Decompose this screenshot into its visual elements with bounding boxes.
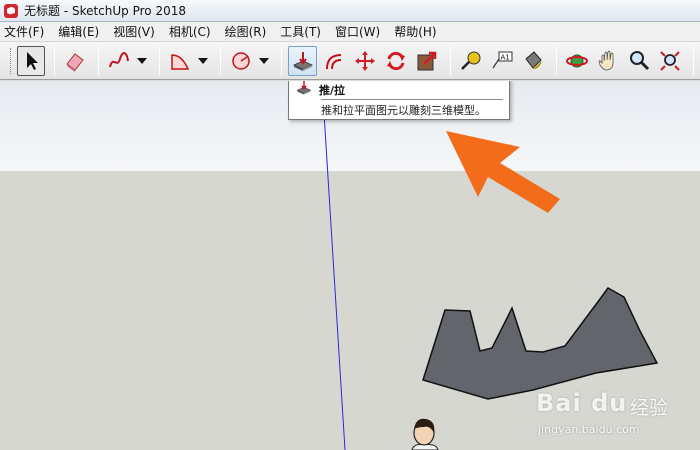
eraser-tool-button[interactable] xyxy=(61,46,89,76)
menu-draw[interactable]: 绘图(R) xyxy=(225,23,267,40)
chevron-down-icon xyxy=(136,57,147,64)
scale-figure[interactable] xyxy=(411,418,439,450)
menu-window[interactable]: 窗口(W) xyxy=(335,23,380,40)
toolbar-separator xyxy=(159,46,161,75)
menu-view[interactable]: 视图(V) xyxy=(113,23,155,40)
main-toolbar: A1 xyxy=(0,42,700,80)
toolbar-separator xyxy=(555,46,557,75)
tape-measure-tool-button[interactable] xyxy=(457,46,485,76)
scale-icon xyxy=(417,51,436,70)
orbit-tool-button[interactable] xyxy=(563,46,591,76)
shapes-tool-button[interactable] xyxy=(227,46,255,76)
orange-pointer-arrow xyxy=(446,131,560,213)
menu-tools[interactable]: 工具(T) xyxy=(280,23,321,40)
arc-tool-button[interactable] xyxy=(166,46,194,76)
sketchup-logo-icon xyxy=(4,3,18,18)
tooltip-title: 推/拉 xyxy=(319,84,346,97)
menu-help[interactable]: 帮助(H) xyxy=(394,23,436,40)
tooltip-description: 推和拉平面图元以雕刻三维模型。 xyxy=(321,104,486,117)
dimension-text-tool-button[interactable]: A1 xyxy=(488,46,516,76)
menu-camera[interactable]: 相机(C) xyxy=(169,23,211,40)
push-pull-tool-button[interactable] xyxy=(288,45,317,76)
shapes-dropdown[interactable] xyxy=(258,46,269,76)
pan-tool-button[interactable] xyxy=(594,46,622,76)
watermark-brand: Bai du xyxy=(536,389,628,417)
blue-axis-line xyxy=(321,81,346,450)
baidu-jingyan-watermark: Bai du 经验 jingyan.baidu.com xyxy=(536,383,696,445)
magnifier-icon xyxy=(629,50,649,70)
watermark-brand-cn: 经验 xyxy=(630,397,669,419)
push-pull-icon xyxy=(292,51,313,71)
move-tool-button[interactable] xyxy=(351,46,379,76)
paint-bucket-icon xyxy=(525,50,542,69)
move-arrows-icon xyxy=(354,50,375,71)
tape-measure-icon xyxy=(460,51,481,70)
watermark-url: jingyan.baidu.com xyxy=(538,423,640,436)
toolbar-separator xyxy=(53,46,55,75)
rotate-icon xyxy=(386,51,405,70)
push-pull-icon xyxy=(295,81,313,100)
freehand-curve-icon xyxy=(108,51,129,67)
rotate-tool-button[interactable] xyxy=(382,46,410,76)
push-pull-tooltip: 推/拉 推和拉平面图元以雕刻三维模型。 xyxy=(288,81,510,120)
menu-edit[interactable]: 编辑(E) xyxy=(58,23,99,40)
zoom-extents-tool-button[interactable] xyxy=(656,46,684,76)
svg-text:A1: A1 xyxy=(500,53,509,61)
arc-dropdown[interactable] xyxy=(197,46,208,76)
tooltip-header: 推/拉 xyxy=(295,81,503,100)
offset-tool-button[interactable] xyxy=(320,46,348,76)
menu-bar: 文件(F) 编辑(E) 视图(V) 相机(C) 绘图(R) 工具(T) 窗口(W… xyxy=(0,22,700,42)
menu-file[interactable]: 文件(F) xyxy=(4,23,44,40)
toolbar-separator xyxy=(97,46,99,75)
paint-bucket-tool-button[interactable] xyxy=(519,46,547,76)
chevron-down-icon xyxy=(197,57,208,64)
text-label-icon: A1 xyxy=(492,51,513,68)
toolbar-separator xyxy=(449,46,451,75)
tooltip-divider xyxy=(321,99,503,100)
toolbar-grip[interactable] xyxy=(10,47,13,74)
offset-icon xyxy=(325,53,341,69)
arc-icon xyxy=(171,53,190,70)
window-title: 无标题 - SketchUp Pro 2018 xyxy=(24,4,186,18)
hand-icon xyxy=(598,50,614,70)
toolbar-separator xyxy=(281,46,283,75)
freehand-dropdown[interactable] xyxy=(136,46,147,76)
toolbar-separator xyxy=(220,46,222,75)
title-bar: 无标题 - SketchUp Pro 2018 xyxy=(0,0,700,22)
zoom-extents-icon xyxy=(660,50,680,71)
circle-shape-icon xyxy=(232,51,251,70)
eraser-icon xyxy=(66,52,84,72)
scale-tool-button[interactable] xyxy=(413,46,441,76)
toolbar-separator xyxy=(692,46,694,75)
chevron-down-icon xyxy=(258,57,269,64)
arrow-cursor-icon xyxy=(26,51,38,70)
freehand-tool-button[interactable] xyxy=(105,46,133,76)
orbit-icon xyxy=(565,54,588,67)
select-tool-button[interactable] xyxy=(16,45,45,76)
zoom-tool-button[interactable] xyxy=(625,46,653,76)
